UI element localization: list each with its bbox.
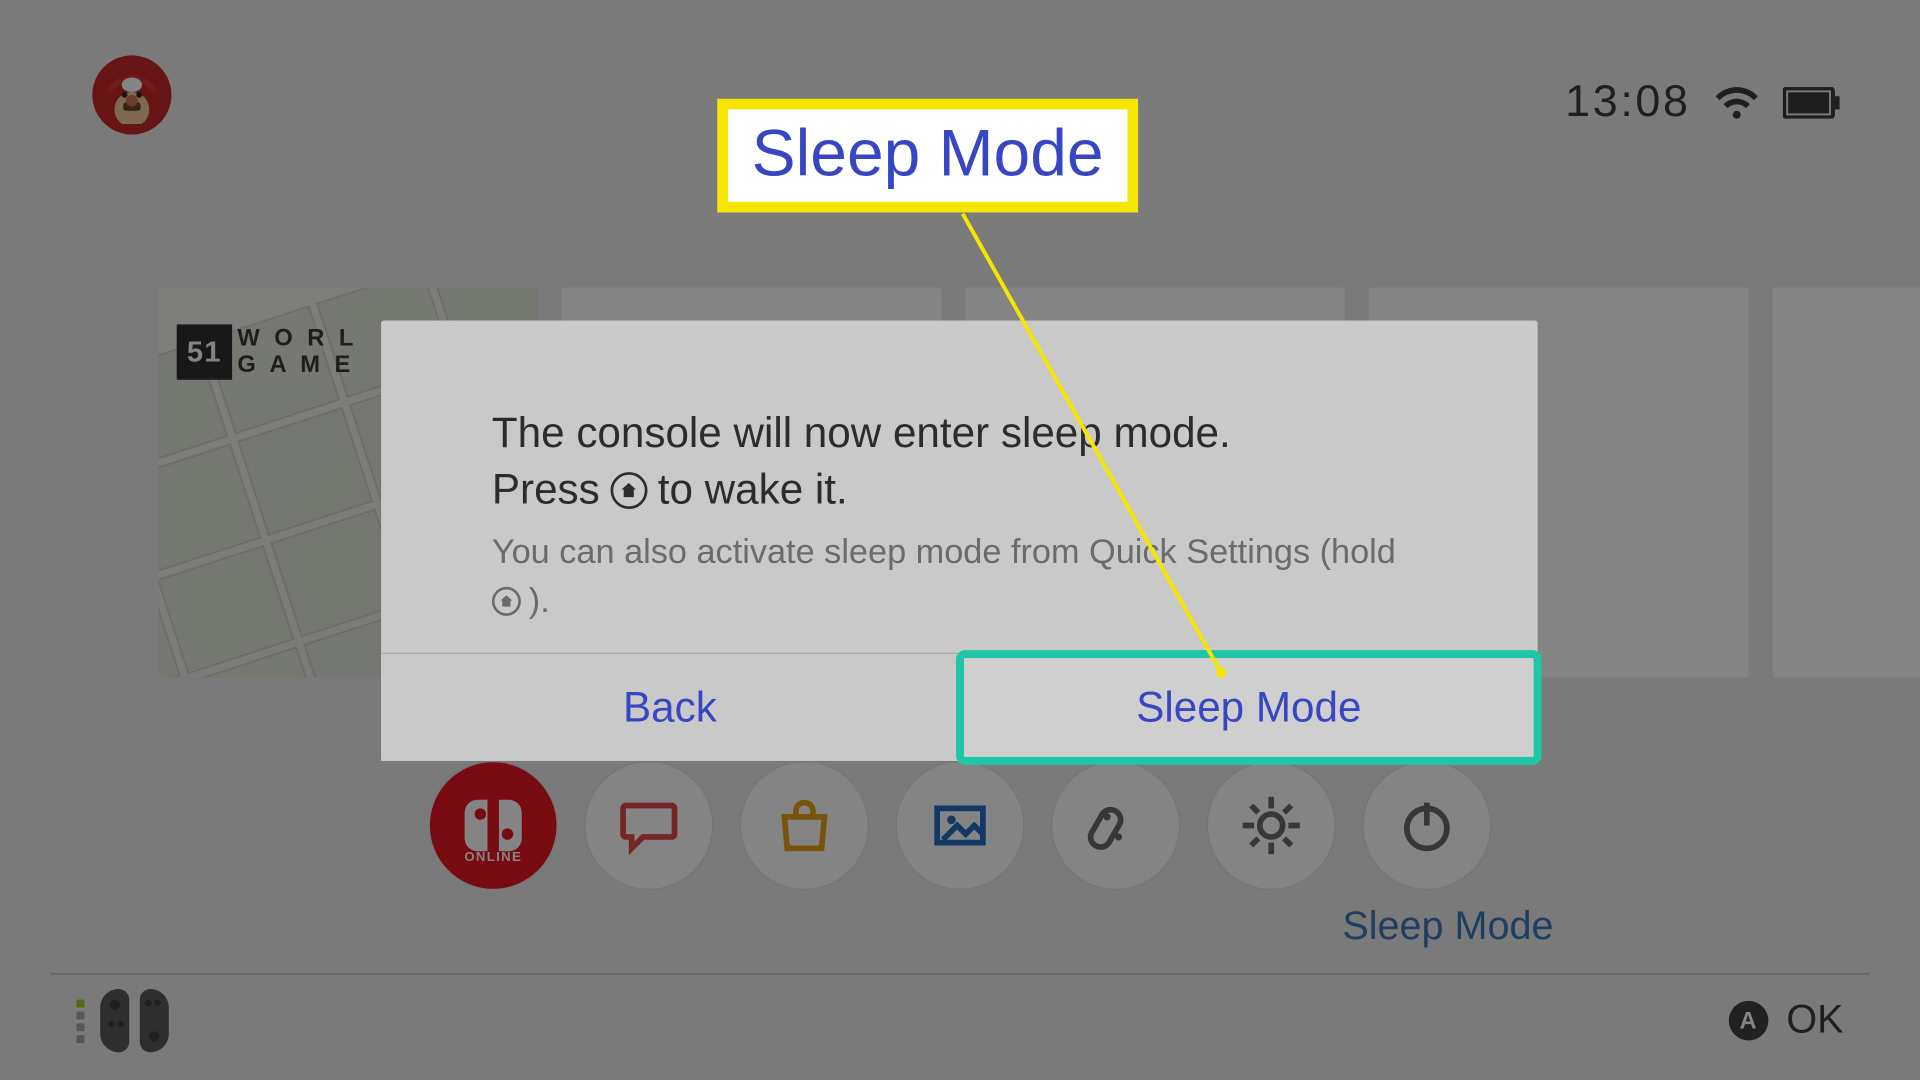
dialog-message-line1: The console will now enter sleep mode.: [492, 405, 1427, 462]
home-button-icon: [492, 587, 521, 616]
dialog-hint: You can also activate sleep mode from Qu…: [492, 532, 1427, 622]
annotation-callout: Sleep Mode: [717, 99, 1137, 212]
home-button-icon: [610, 472, 647, 509]
back-button[interactable]: Back: [381, 654, 960, 761]
sleep-mode-button[interactable]: Sleep Mode: [960, 654, 1538, 761]
dialog-message-line2: Press to wake it.: [492, 462, 1427, 519]
sleep-mode-dialog: The console will now enter sleep mode. P…: [381, 320, 1537, 760]
dialog-button-row: Back Sleep Mode: [381, 653, 1537, 761]
